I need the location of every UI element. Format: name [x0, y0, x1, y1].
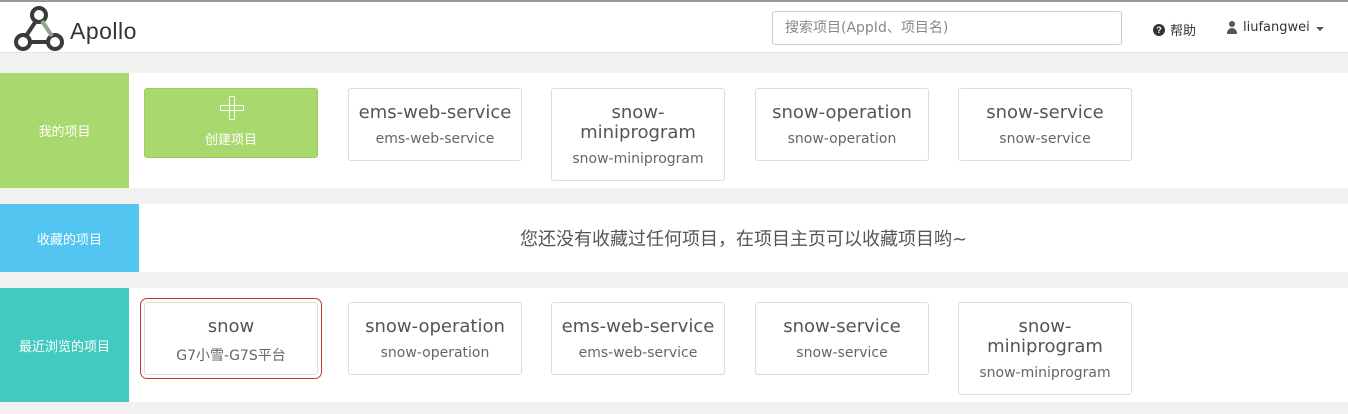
project-name: snow-miniprogram — [580, 102, 696, 143]
user-icon — [1226, 21, 1238, 34]
project-appid: snow-miniprogram — [572, 151, 704, 167]
recent-projects-section: 最近浏览的项目 snow G7小雪-G7S平台 snow-operation s… — [0, 288, 1348, 402]
create-project-label: 创建项目 — [204, 133, 257, 148]
project-card[interactable]: snow-service snow-service — [958, 88, 1132, 161]
user-menu[interactable]: liufangwei — [1226, 20, 1324, 35]
username: liufangwei — [1243, 20, 1310, 35]
project-name: snow-miniprogram — [987, 316, 1103, 357]
project-name: snow-operation — [772, 102, 912, 123]
create-project-button[interactable]: 创建项目 — [144, 88, 318, 158]
project-appid: snow-service — [999, 131, 1091, 147]
my-projects-label: 我的项目 — [0, 73, 129, 188]
project-appid: snow-operation — [380, 345, 490, 361]
apollo-logo-icon — [14, 6, 64, 51]
project-card[interactable]: ems-web-service ems-web-service — [551, 302, 725, 375]
search-input[interactable] — [772, 11, 1122, 45]
project-card[interactable]: snow-service snow-service — [755, 302, 929, 375]
project-card[interactable]: snow-miniprogram snow-miniprogram — [551, 88, 725, 181]
project-name: snow-service — [986, 102, 1104, 123]
project-name: snow — [207, 316, 255, 337]
project-appid: ems-web-service — [578, 345, 698, 361]
favorites-label: 收藏的项目 — [0, 204, 139, 272]
my-projects-section: 我的项目 创建项目 ems-web-service ems-web-servic… — [0, 73, 1348, 188]
app-name: Apollo — [70, 18, 137, 44]
project-appid: snow-service — [796, 345, 888, 361]
project-card[interactable]: snow-miniprogram snow-miniprogram — [958, 302, 1132, 395]
project-appid: ems-web-service — [375, 131, 495, 147]
favorites-section: 收藏的项目 您还没有收藏过任何项目，在项目主页可以收藏项目哟~ — [0, 204, 1348, 272]
apollo-logo[interactable]: Apollo — [14, 4, 154, 52]
project-name: snow-service — [783, 316, 901, 337]
caret-down-icon — [1315, 26, 1324, 31]
project-appid: snow-operation — [787, 131, 897, 147]
project-name: snow-operation — [365, 316, 505, 337]
project-card[interactable]: snow G7小雪-G7S平台 — [140, 298, 322, 379]
project-card[interactable]: ems-web-service ems-web-service — [348, 88, 522, 161]
project-card[interactable]: snow-operation snow-operation — [348, 302, 522, 375]
help-label: 帮助 — [1170, 24, 1197, 39]
project-name: ems-web-service — [358, 102, 512, 123]
plus-icon — [220, 96, 244, 120]
project-name: ems-web-service — [561, 316, 715, 337]
favorites-empty-message: 您还没有收藏过任何项目，在项目主页可以收藏项目哟~ — [519, 229, 968, 250]
navbar: Apollo ? 帮助 liufangwei — [0, 2, 1348, 53]
project-appid: snow-miniprogram — [979, 365, 1111, 381]
help-link[interactable]: ? 帮助 — [1153, 20, 1196, 39]
question-circle-icon: ? — [1153, 23, 1165, 36]
project-card[interactable]: snow-operation snow-operation — [755, 88, 929, 161]
project-appid: G7小雪-G7S平台 — [176, 348, 286, 364]
recent-projects-label: 最近浏览的项目 — [0, 288, 129, 402]
